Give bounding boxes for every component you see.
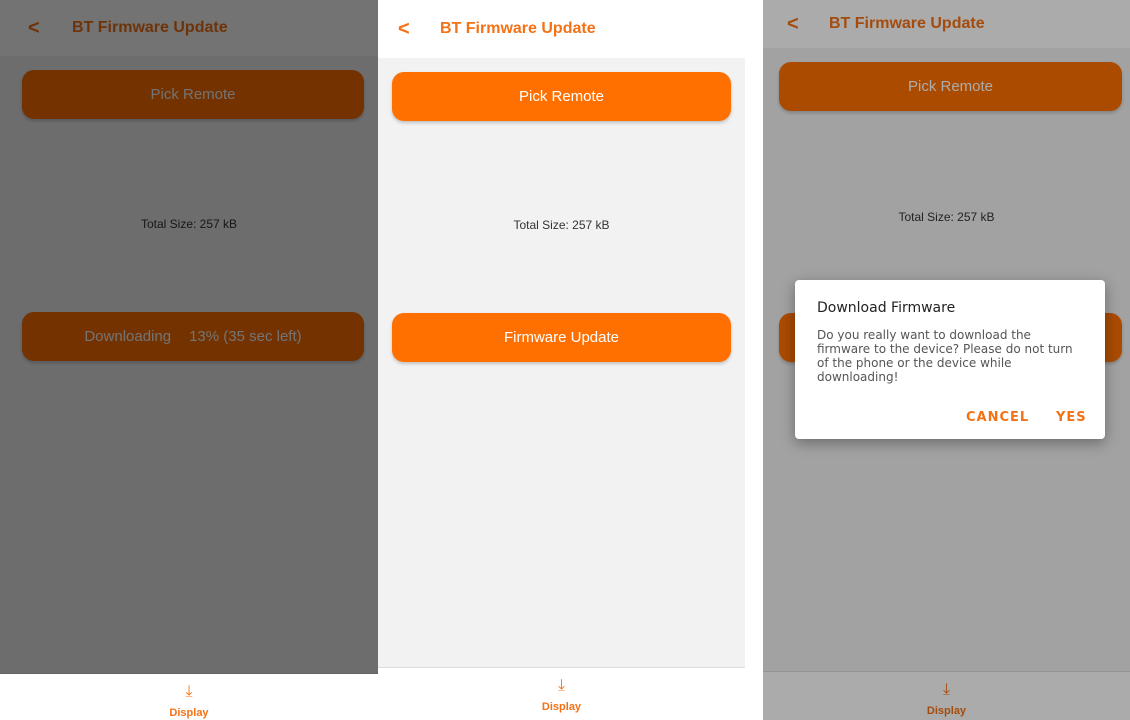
app-header: < BT Firmware Update: [0, 0, 378, 56]
chevron-left-icon[interactable]: <: [28, 17, 50, 40]
downloading-button: Downloading 13% (35 sec left): [22, 312, 364, 361]
page-title: BT Firmware Update: [440, 20, 596, 37]
dialog-message: Do you really want to download the firmw…: [817, 328, 1073, 384]
app-header: < BT Firmware Update: [378, 0, 745, 58]
download-icon[interactable]: ⤓: [558, 677, 565, 695]
page-title: BT Firmware Update: [829, 15, 985, 32]
nav-label-display[interactable]: Display: [378, 701, 745, 713]
app-header: < BT Firmware Update: [763, 0, 1130, 48]
dialog-title: Download Firmware: [817, 300, 956, 316]
screen-firmware-update: < BT Firmware Update Pick Remote Total S…: [378, 0, 745, 720]
nav-label-display[interactable]: Display: [0, 707, 378, 719]
bottom-nav: ⤓ Display: [0, 673, 378, 720]
download-firmware-dialog: Download Firmware Do you really want to …: [795, 280, 1105, 439]
pick-remote-button[interactable]: Pick Remote: [392, 72, 731, 121]
content-area: Pick Remote Total Size: 257 kB Downloadi…: [0, 56, 378, 674]
total-size-text: Total Size: 257 kB: [513, 218, 610, 232]
bottom-nav: ⤓ Display: [378, 667, 745, 720]
firmware-update-button[interactable]: Firmware Update: [392, 313, 731, 362]
cancel-button[interactable]: CANCEL: [966, 410, 1029, 425]
screen-downloading: < BT Firmware Update Pick Remote Total S…: [0, 0, 378, 720]
total-size-text: Total Size: 257 kB: [140, 217, 238, 231]
downloading-progress: 13% (35 sec left): [189, 328, 302, 345]
yes-button[interactable]: YES: [1056, 410, 1087, 425]
total-size-text: Total Size: 257 kB: [898, 210, 995, 224]
pick-remote-button[interactable]: Pick Remote: [22, 70, 364, 119]
chevron-left-icon[interactable]: <: [787, 13, 809, 36]
screen-download-dialog: < BT Firmware Update Pick Remote Total S…: [763, 0, 1130, 720]
pick-remote-button[interactable]: Pick Remote: [779, 62, 1122, 111]
nav-label-display[interactable]: Display: [763, 705, 1130, 717]
chevron-left-icon[interactable]: <: [398, 18, 420, 41]
loading-spinner-icon: [173, 325, 188, 348]
download-icon[interactable]: ⤓: [943, 681, 950, 699]
page-title: BT Firmware Update: [72, 19, 228, 36]
bottom-nav: ⤓ Display: [763, 671, 1130, 720]
downloading-label: Downloading: [84, 328, 172, 345]
download-icon[interactable]: ⤓: [185, 683, 192, 701]
content-area: Pick Remote Total Size: 257 kB Firmware …: [378, 58, 745, 668]
